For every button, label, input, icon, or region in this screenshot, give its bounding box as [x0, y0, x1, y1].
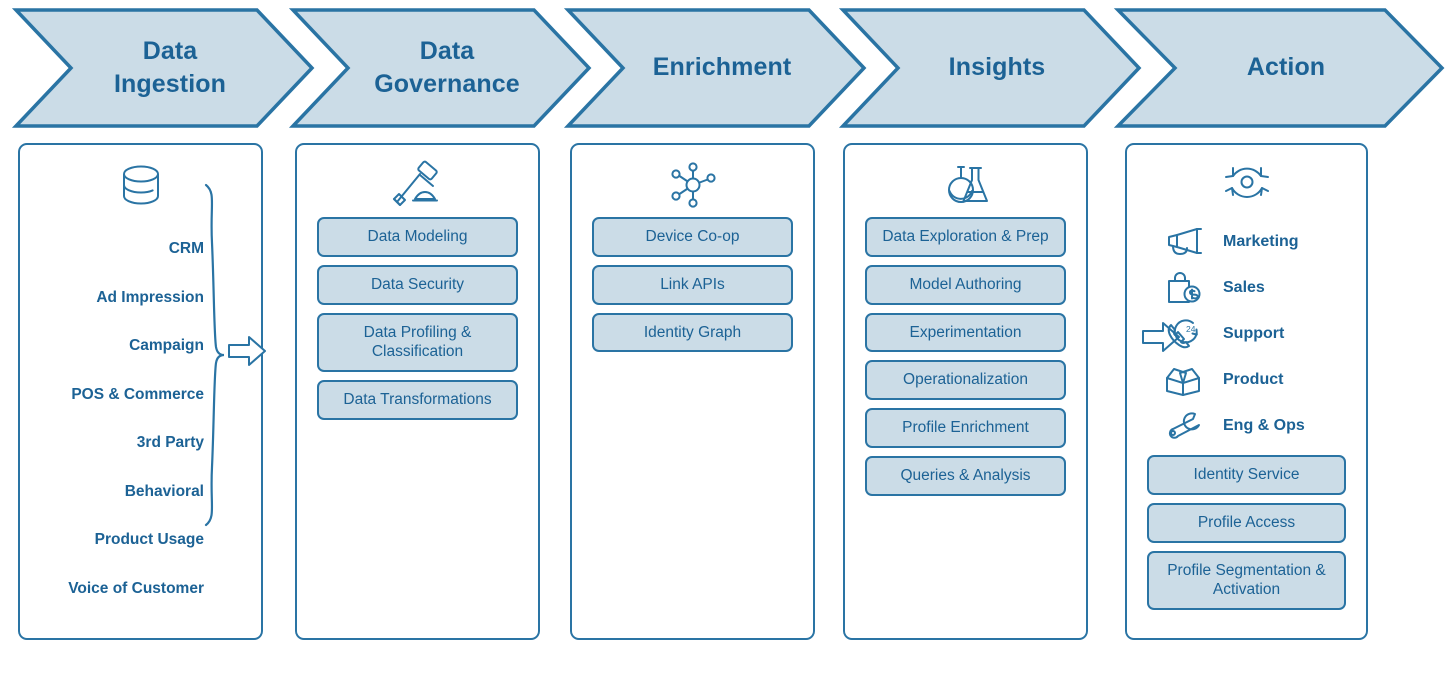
- capability-pill[interactable]: Profile Enrichment: [865, 408, 1066, 449]
- open-box-icon: [1157, 364, 1209, 396]
- list-item: CRM: [168, 240, 204, 257]
- flask-icon: [845, 157, 1086, 213]
- gavel-icon-glyph: [392, 160, 438, 206]
- list-item: Ad Impression: [96, 288, 204, 306]
- stage-card-action: Marketing Sales 24 Support Product Eng &…: [1125, 143, 1368, 640]
- shopping-bag-dollar-icon: [1157, 271, 1209, 305]
- stage-card-data-ingestion: CRM Ad Impression Campaign POS & Commerc…: [18, 143, 266, 640]
- channel-label: Sales: [1223, 279, 1265, 296]
- capability-pill[interactable]: Profile Access: [1147, 502, 1346, 543]
- chevron-shape-icon: [838, 8, 1142, 128]
- capability-pill[interactable]: Device Co-op: [592, 217, 793, 257]
- action-channel-list: Marketing Sales 24 Support Product Eng &…: [1157, 219, 1372, 449]
- list-item: 3rd Party: [136, 434, 204, 451]
- capability-pill[interactable]: Model Authoring: [865, 264, 1066, 305]
- sync-cycle-icon-glyph: [1224, 167, 1269, 198]
- channel-label: Eng & Ops: [1223, 417, 1305, 434]
- stage-chevron-enrichment[interactable]: Enrichment: [563, 8, 867, 128]
- phone-24h-icon-glyph: 24: [1167, 319, 1198, 349]
- channel-label: Support: [1223, 325, 1285, 342]
- megaphone-icon: [1157, 226, 1209, 258]
- flask-icon-glyph: [947, 166, 988, 203]
- list-item: Product Usage: [94, 531, 204, 548]
- list-item: POS & Commerce: [71, 385, 204, 403]
- channel-label: Product: [1223, 371, 1284, 388]
- gavel-icon: [297, 157, 538, 213]
- channel-row-product[interactable]: Product: [1157, 357, 1372, 403]
- stage-chevron-data-governance[interactable]: Data Governance: [288, 8, 592, 128]
- enrichment-capability-list: Device Co-op Link APIs Identity Graph: [592, 217, 793, 360]
- curly-brace: [202, 183, 228, 527]
- stage-chevron-insights[interactable]: Insights: [838, 8, 1142, 128]
- channel-row-support[interactable]: 24 Support: [1157, 311, 1372, 357]
- capability-pill[interactable]: Profile Segmentation & Activation: [1147, 550, 1346, 611]
- list-item: Voice of Customer: [68, 579, 204, 597]
- chevron-shape-icon: [288, 8, 592, 128]
- capability-pill[interactable]: Queries & Analysis: [865, 456, 1066, 496]
- wrench-icon-glyph: [1168, 412, 1200, 439]
- channel-row-sales[interactable]: Sales: [1157, 265, 1372, 311]
- stage-chevron-action[interactable]: Action: [1113, 8, 1445, 128]
- channel-row-marketing[interactable]: Marketing: [1157, 219, 1372, 265]
- capability-pill[interactable]: Identity Service: [1147, 455, 1346, 495]
- list-item: Behavioral: [124, 482, 204, 500]
- chevron-shape-icon: [563, 8, 867, 128]
- action-capability-list: Identity Service Profile Access Profile …: [1147, 455, 1346, 618]
- list-item: Campaign: [129, 337, 204, 354]
- channel-label: Marketing: [1223, 233, 1299, 250]
- capability-pill[interactable]: Experimentation: [865, 312, 1066, 353]
- capability-pill[interactable]: Data Transformations: [317, 380, 518, 421]
- node-graph-icon-glyph: [670, 162, 716, 208]
- right-arrow-glyph: [228, 336, 266, 366]
- node-graph-icon: [572, 157, 813, 213]
- stage-card-insights: Data Exploration & Prep Model Authoring …: [843, 143, 1088, 640]
- capability-pill[interactable]: Identity Graph: [592, 312, 793, 353]
- stage-header-row: Data Ingestion Data Governance Enrichmen…: [0, 0, 1448, 136]
- right-arrow-icon: [227, 334, 267, 368]
- curly-brace-glyph: [204, 183, 225, 527]
- wrench-icon: [1157, 411, 1209, 441]
- ingestion-source-list: CRM Ad Impression Campaign POS & Commerc…: [28, 225, 204, 613]
- svg-text:24: 24: [1186, 324, 1196, 334]
- stage-chevron-data-ingestion[interactable]: Data Ingestion: [11, 8, 315, 128]
- capability-pill[interactable]: Data Modeling: [317, 217, 518, 257]
- insights-capability-list: Data Exploration & Prep Model Authoring …: [865, 217, 1066, 504]
- open-box-icon-glyph: [1166, 368, 1200, 396]
- governance-capability-list: Data Modeling Data Security Data Profili…: [317, 217, 518, 428]
- stage-card-enrichment: Device Co-op Link APIs Identity Graph: [570, 143, 815, 640]
- capability-pill[interactable]: Link APIs: [592, 264, 793, 305]
- database-icon-glyph: [122, 165, 159, 205]
- capability-pill[interactable]: Operationalization: [865, 360, 1066, 401]
- pipeline-diagram: Data Ingestion Data Governance Enrichmen…: [0, 0, 1448, 674]
- megaphone-icon-glyph: [1168, 228, 1202, 255]
- sync-cycle-icon: [1127, 157, 1366, 213]
- capability-pill[interactable]: Data Exploration & Prep: [865, 217, 1066, 257]
- channel-row-eng-ops[interactable]: Eng & Ops: [1157, 403, 1372, 449]
- stage-card-data-governance: Data Modeling Data Security Data Profili…: [295, 143, 540, 640]
- shopping-bag-dollar-icon-glyph: [1168, 272, 1201, 303]
- phone-24h-icon: 24: [1157, 317, 1209, 351]
- chevron-shape-icon: [11, 8, 315, 128]
- capability-pill[interactable]: Data Profiling & Classification: [317, 312, 518, 373]
- chevron-shape-icon: [1113, 8, 1445, 128]
- capability-pill[interactable]: Data Security: [317, 264, 518, 305]
